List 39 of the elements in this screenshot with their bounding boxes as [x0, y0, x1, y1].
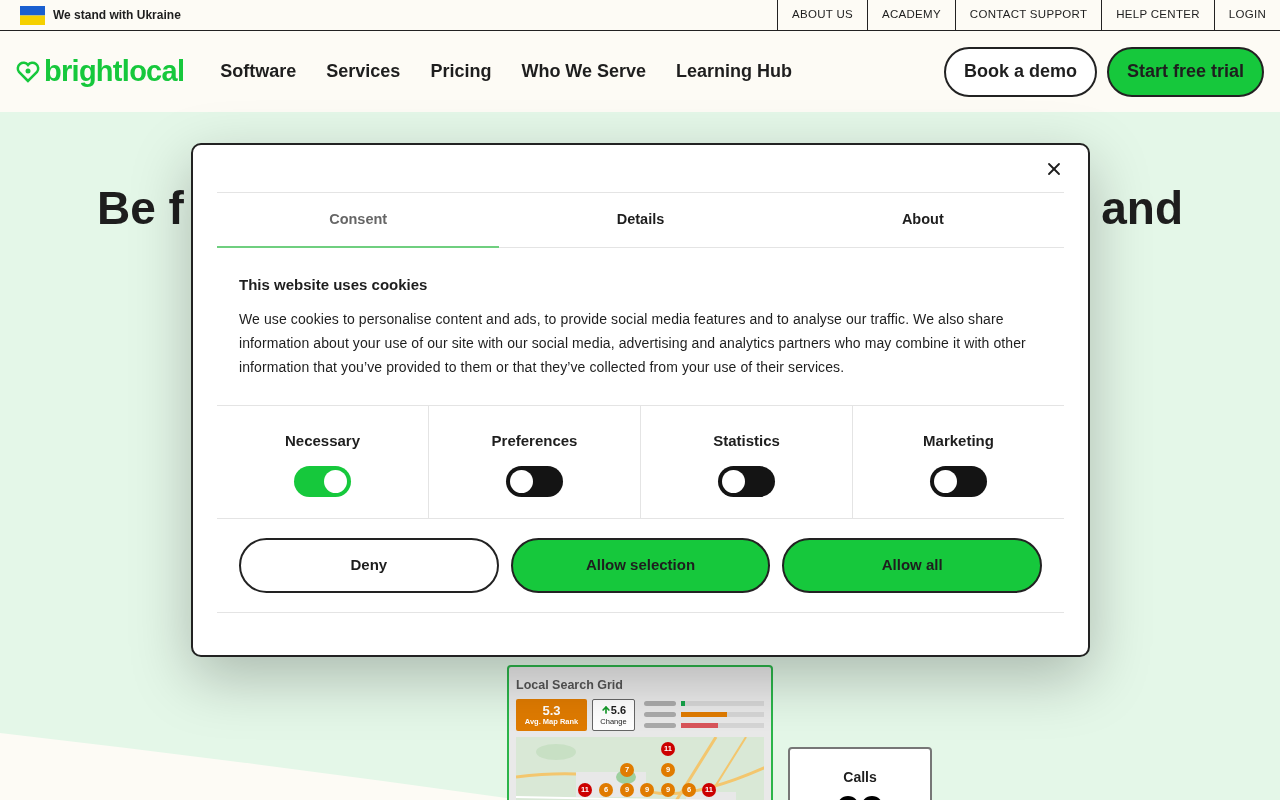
hero-headline: and	[1101, 181, 1183, 236]
dialog-body-text: We use cookies to personalise content and ads, to provide social media features and to analyse our traffic. We also share information about your use of our site with our social media, advertising and analytics partners who may combine it with other information that you’ve provided to them or that they’ve collected from your use of their services.	[239, 309, 1027, 377]
nav-link[interactable]: Learning Hub	[676, 58, 793, 85]
nav-link[interactable]: Software	[220, 58, 297, 85]
toggle-switch[interactable]	[718, 466, 775, 497]
nav-link[interactable]: Pricing	[430, 58, 492, 85]
card-title: Calls	[843, 768, 877, 787]
dialog-tab[interactable]: About	[781, 193, 1064, 248]
toggle-switch[interactable]	[294, 466, 351, 497]
label-placeholder-bar	[644, 700, 676, 706]
top-link[interactable]: ACADEMY	[866, 0, 955, 30]
toggle-switch[interactable]	[506, 466, 563, 497]
consent-button[interactable]: Allow selection	[510, 537, 771, 593]
nav-link[interactable]: Services	[326, 58, 401, 85]
up-arrow-icon	[600, 705, 611, 715]
book-demo-button[interactable]: Book a demo	[943, 46, 1097, 97]
top-link[interactable]: CONTACT SUPPORT	[954, 0, 1102, 30]
label-placeholder-bar	[644, 722, 676, 728]
hero-headline: Be f	[97, 181, 184, 236]
heart-pin-icon	[16, 59, 40, 84]
toggle-label: Necessary	[284, 430, 361, 451]
top-link[interactable]: ABOUT US	[777, 0, 867, 30]
free-trial-button[interactable]: Start free trial	[1106, 46, 1264, 97]
top-link[interactable]: HELP CENTER	[1101, 0, 1214, 30]
card-title: Local Search Grid	[516, 677, 624, 694]
toggle-label: Preferences	[491, 430, 578, 451]
label-placeholder-bar	[644, 711, 676, 717]
toggle-label: Statistics	[713, 430, 780, 451]
ukraine-text: We stand with Ukraine	[53, 7, 181, 24]
dialog-heading: This website uses cookies	[239, 275, 429, 295]
ukraine-flag-icon	[20, 5, 45, 25]
consent-button[interactable]: Allow all	[782, 537, 1042, 593]
top-link[interactable]: LOGIN	[1213, 0, 1280, 30]
dialog-tab[interactable]: Consent	[217, 193, 500, 248]
dialog-tab[interactable]: Details	[499, 193, 782, 248]
toggle-switch[interactable]	[930, 466, 987, 497]
toggle-label: Marketing	[923, 430, 994, 451]
consent-button[interactable]: Deny	[239, 537, 499, 593]
nav-link[interactable]: Who We Serve	[521, 58, 647, 85]
